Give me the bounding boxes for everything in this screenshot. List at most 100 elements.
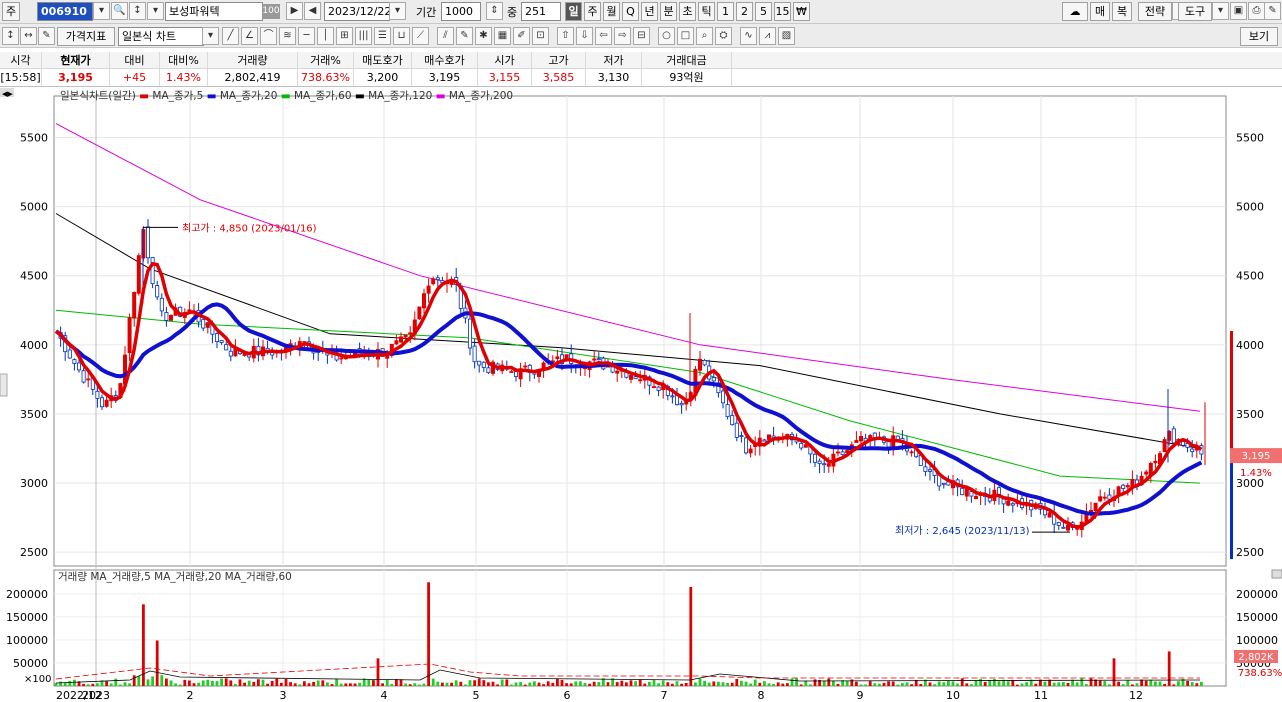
lines-tool-icon[interactable]: ☰ xyxy=(374,27,391,45)
price-legend-item: MA_종가,60 xyxy=(294,90,355,102)
arc-tool-icon[interactable]: ⌒ xyxy=(260,27,277,45)
volume-bar xyxy=(625,682,628,686)
cloud-icon[interactable]: ☁ xyxy=(1062,2,1088,21)
stock-chart[interactable]: ◀▶2500 25003000 30003500 35004000 40004500 45… xyxy=(0,88,1282,702)
volume-bar xyxy=(560,679,564,686)
overlap-input[interactable]: 251 xyxy=(521,2,561,21)
left-tool-icon[interactable]: ⇦ xyxy=(595,27,612,45)
timeframe-8[interactable]: 1 xyxy=(717,2,734,21)
star-tool-icon[interactable]: ✱ xyxy=(475,27,492,45)
strategy-button[interactable]: 전략 xyxy=(1138,2,1172,21)
hline-tool-icon[interactable]: ─ xyxy=(298,27,315,45)
market-button[interactable]: 주 xyxy=(2,2,20,21)
gear-tool-icon[interactable]: ⛭ xyxy=(715,27,732,45)
zigzag-tool-icon[interactable]: ⩘ xyxy=(759,27,776,45)
erase-tool-icon[interactable]: ⊟ xyxy=(633,27,650,45)
pencil-tool-icon[interactable]: ✎ xyxy=(456,27,473,45)
tools-dropdown-icon[interactable]: ▾ xyxy=(1212,2,1229,20)
chart-type-select[interactable]: 일본식 차트 xyxy=(118,27,204,46)
volume-bar xyxy=(482,680,486,686)
stock-name-field[interactable]: 보성파워텍 xyxy=(165,2,263,21)
volume-bar xyxy=(1057,682,1061,686)
volume-bar xyxy=(749,683,752,686)
arrow-up-down-icon[interactable]: ↕ xyxy=(2,27,19,45)
volume-bar xyxy=(1195,683,1199,686)
volume-bar xyxy=(574,681,578,686)
stock-code-input[interactable]: 006910 xyxy=(37,2,93,21)
list-dropdown-icon[interactable]: ▾ xyxy=(147,2,164,20)
parallel-tool-icon[interactable]: ⫽ xyxy=(437,27,454,45)
quote-value-1: 3,195 xyxy=(42,69,110,86)
play-back-icon[interactable]: ◀ xyxy=(304,2,321,20)
candle-body xyxy=(1190,448,1195,453)
circle-tool-icon[interactable]: ○ xyxy=(658,27,675,45)
volume-bar xyxy=(974,680,978,686)
volume-bar xyxy=(367,679,371,686)
grid-tool-icon[interactable]: ⊞ xyxy=(336,27,353,45)
trade-button[interactable]: 매 xyxy=(1090,2,1110,21)
candle-body xyxy=(132,292,137,319)
arrow-left-right-icon[interactable]: ↔ xyxy=(20,27,37,45)
up-tool-icon[interactable]: ⇧ xyxy=(557,27,574,45)
timeframe-6[interactable]: 초 xyxy=(679,2,696,21)
legend-swatch: ▬ xyxy=(355,90,368,102)
note-tool-icon[interactable]: ✐ xyxy=(513,27,530,45)
timeframe-10[interactable]: 5 xyxy=(755,2,772,21)
volume-bar xyxy=(740,680,743,686)
candle-body xyxy=(748,448,753,454)
candle-body xyxy=(145,226,150,259)
save-icon[interactable]: ▣ xyxy=(1230,2,1247,20)
timeframe-1[interactable]: 주 xyxy=(584,2,601,21)
calendar-dropdown-icon[interactable]: ▾ xyxy=(389,2,406,20)
x-tick-label: 10 xyxy=(946,689,960,702)
search-icon[interactable]: 🔍 xyxy=(111,2,128,20)
timeframe-5[interactable]: 분 xyxy=(660,2,677,21)
volume-legend-item: MA_거래량,20 xyxy=(154,571,225,583)
timeframe-4[interactable]: 년 xyxy=(641,2,658,21)
top-toolbar: 주 006910 ▾ 🔍 ↕ ▾ 보성파워텍 100 ▶ ◀ 2023/12/2… xyxy=(0,0,1282,24)
box-tool-icon[interactable]: ⊡ xyxy=(532,27,549,45)
sort-icon[interactable]: ↕ xyxy=(129,2,146,20)
rect-tool-icon[interactable]: □ xyxy=(677,27,694,45)
code-dropdown-icon[interactable]: ▾ xyxy=(93,2,110,20)
chart-type-dropdown-icon[interactable]: ▾ xyxy=(202,27,219,45)
timeframe-11[interactable]: 15 xyxy=(774,2,791,21)
timeframe-12[interactable]: ₩ xyxy=(793,2,810,21)
timeframe-9[interactable]: 2 xyxy=(736,2,753,21)
print-icon[interactable]: ⎙ xyxy=(1248,2,1265,20)
down-tool-icon[interactable]: ⇩ xyxy=(576,27,593,45)
volume-tick-left: 100000 xyxy=(6,634,48,647)
timeframe-7[interactable]: 틱 xyxy=(698,2,715,21)
split-icon[interactable]: ⇕ xyxy=(486,2,503,20)
vline-tool-icon[interactable]: │ xyxy=(317,27,334,45)
bars-tool-icon[interactable]: ||| xyxy=(355,27,372,45)
zoom-tool-icon[interactable]: ⌕ xyxy=(696,27,713,45)
copy-button[interactable]: 복 xyxy=(1112,2,1132,21)
volume-bar xyxy=(169,680,173,686)
settings-icon[interactable]: ✎ xyxy=(1264,2,1281,20)
tools-button[interactable]: 도구 xyxy=(1178,2,1212,21)
channel-tool-icon[interactable]: ⊔ xyxy=(393,27,410,45)
date-input[interactable]: 2023/12/22 xyxy=(324,2,391,21)
indicator-button[interactable]: 가격지표 xyxy=(57,27,115,46)
timeframe-3[interactable]: Q xyxy=(622,2,639,21)
view-button[interactable]: 보기 xyxy=(1240,27,1278,46)
wave-tool-icon[interactable]: ∿ xyxy=(740,27,757,45)
volume-bar xyxy=(1154,681,1157,686)
candle-body xyxy=(486,367,491,374)
timeframe-2[interactable]: 월 xyxy=(603,2,620,21)
quote-header-0: 시각 xyxy=(0,52,42,69)
fan-tool-icon[interactable]: ≋ xyxy=(279,27,296,45)
line-tool-icon[interactable]: ╱ xyxy=(222,27,239,45)
play-forward-icon[interactable]: ▶ xyxy=(286,2,303,20)
edit-icon[interactable]: ✎ xyxy=(38,27,55,45)
right-tool-icon[interactable]: ⇨ xyxy=(614,27,631,45)
volume-bar xyxy=(643,683,647,686)
timeframe-0[interactable]: 일 xyxy=(565,2,582,21)
trend-tool-icon[interactable]: ⟋ xyxy=(412,27,429,45)
volume-bar xyxy=(418,684,421,686)
palette-tool-icon[interactable]: ▦ xyxy=(494,27,511,45)
angle-tool-icon[interactable]: ∠ xyxy=(241,27,258,45)
period-input[interactable]: 1000 xyxy=(441,2,481,21)
clear-tool-icon[interactable]: ▧ xyxy=(778,27,795,45)
